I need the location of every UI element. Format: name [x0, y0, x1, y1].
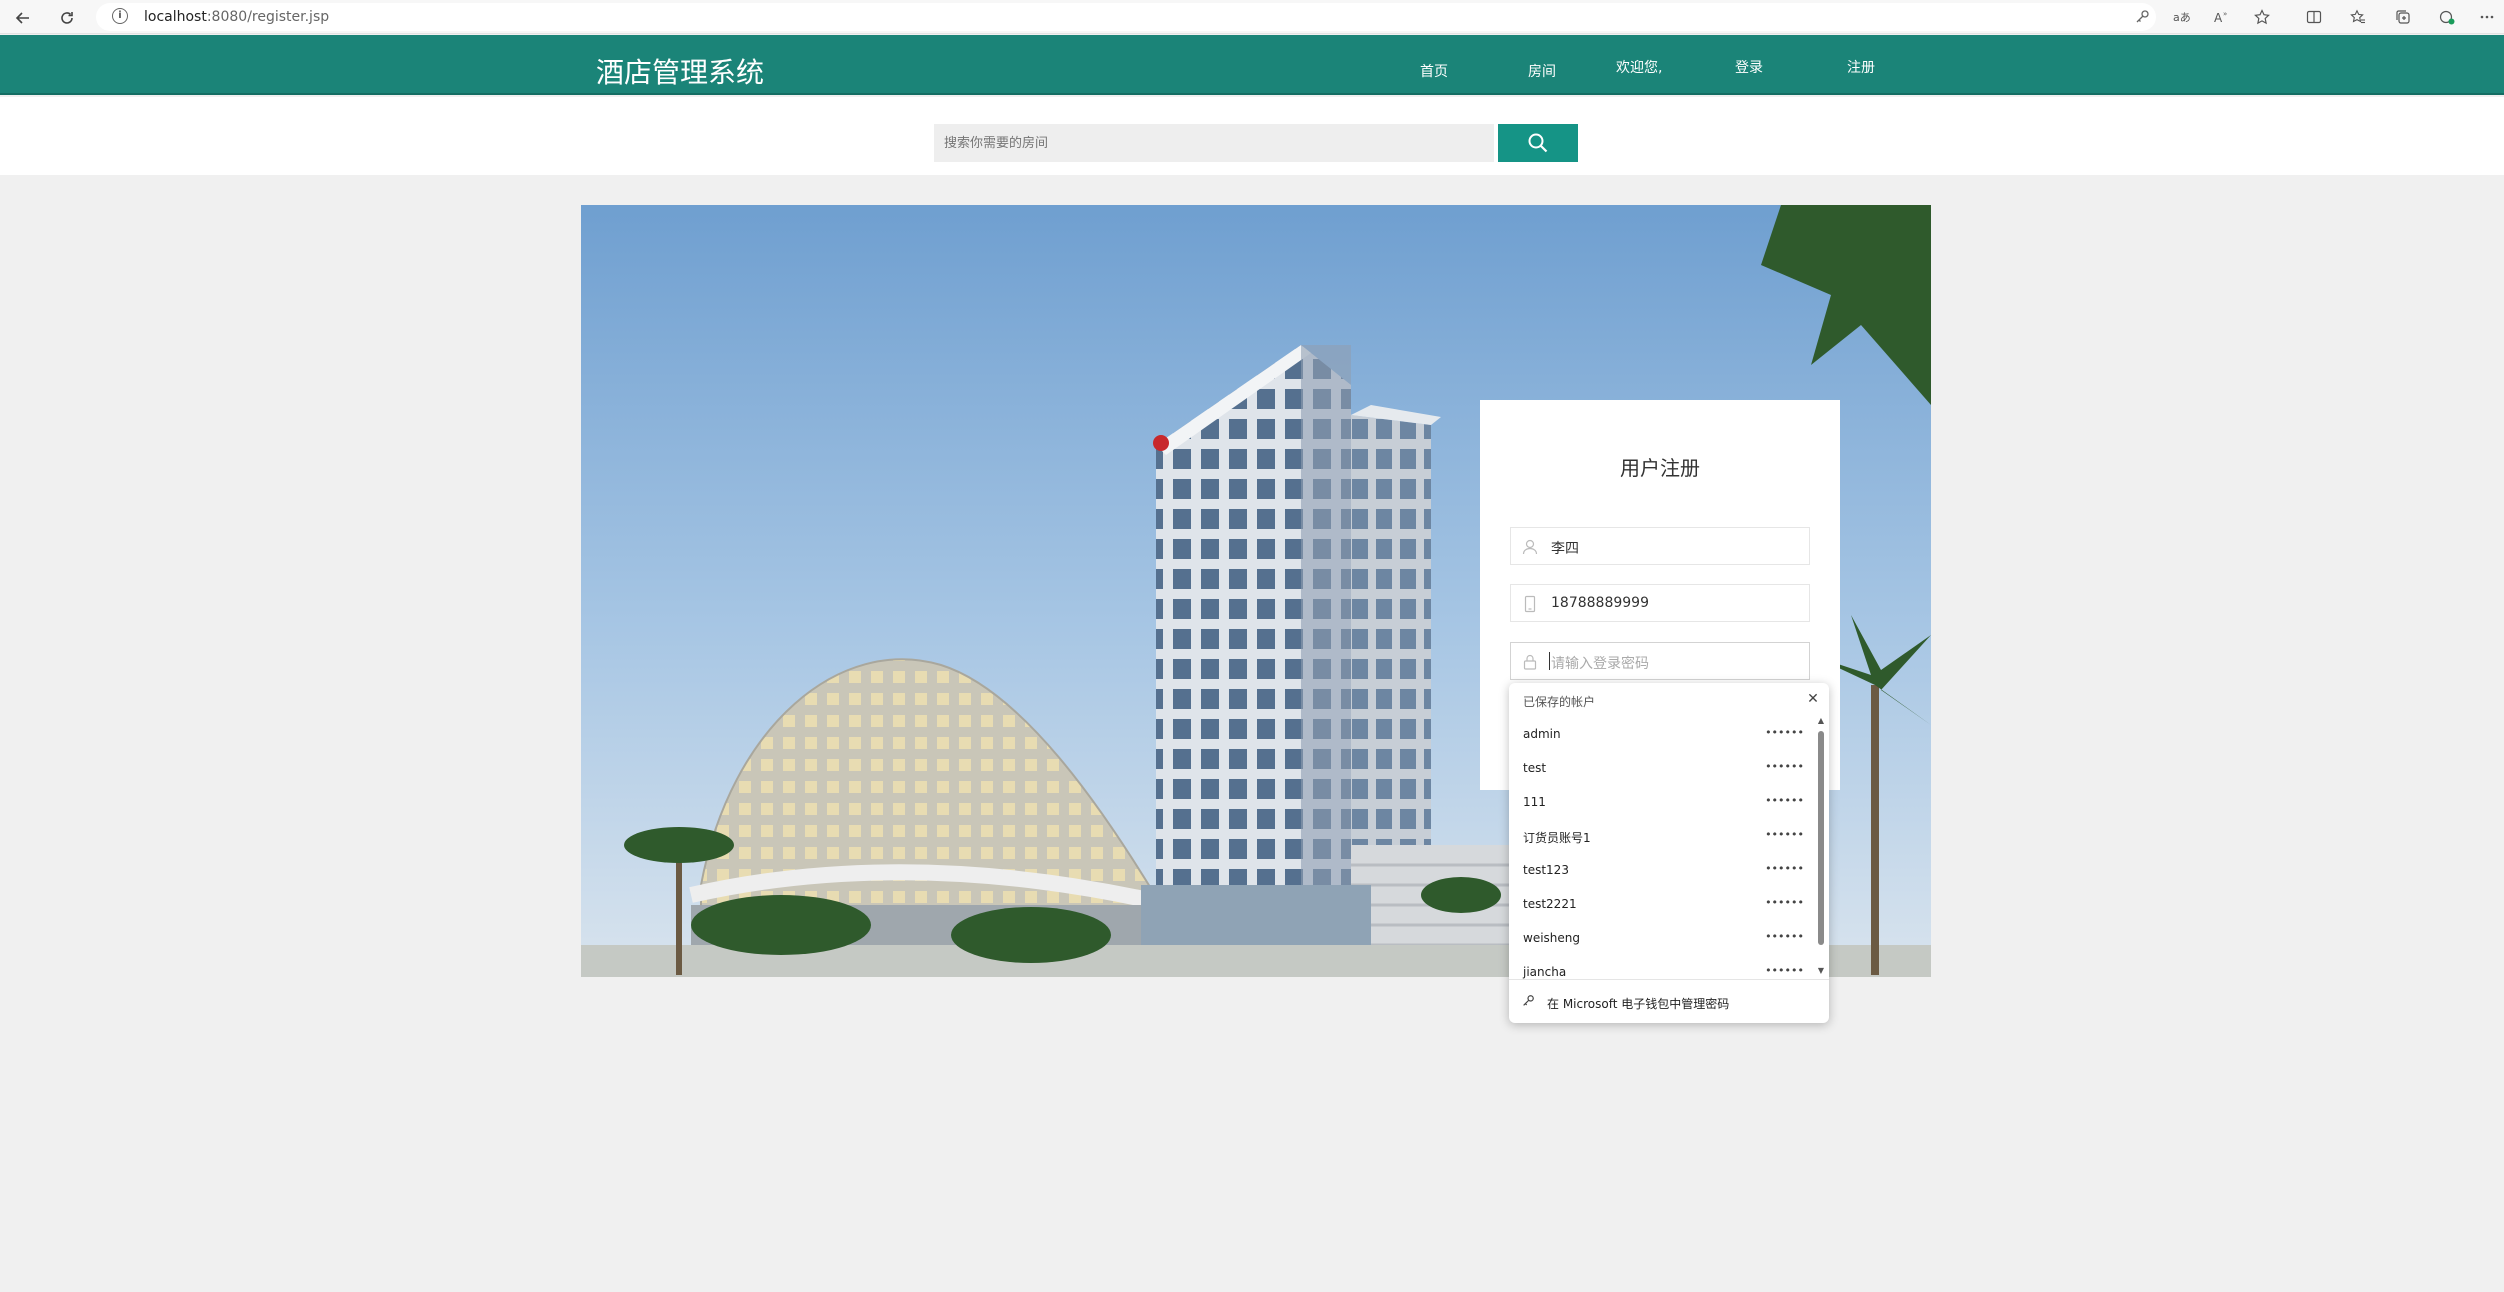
- register-title: 用户注册: [1620, 456, 1700, 480]
- nav-welcome: 欢迎您,: [1616, 60, 1663, 76]
- info-icon[interactable]: i: [112, 8, 128, 24]
- site-brand[interactable]: 酒店管理系统: [596, 51, 764, 91]
- password-placeholder: 请输入登录密码: [1551, 656, 1649, 672]
- account-password: ••••••: [1765, 726, 1804, 739]
- account-password: ••••••: [1765, 760, 1804, 773]
- saved-account-item[interactable]: admin ••••••: [1509, 717, 1814, 751]
- saved-account-item[interactable]: 111 ••••••: [1509, 785, 1814, 819]
- saved-account-item[interactable]: 订货员账号1 ••••••: [1509, 819, 1814, 853]
- browser-toolbar: i localhost:8080/register.jsp aあ A»: [0, 0, 2504, 34]
- search-icon: [1528, 133, 1548, 153]
- url-text[interactable]: localhost:8080/register.jsp: [144, 9, 329, 25]
- account-name: 111: [1523, 795, 1546, 809]
- username-field[interactable]: 李四: [1510, 527, 1810, 565]
- lock-icon: [1523, 654, 1537, 670]
- nav-login[interactable]: 登录: [1735, 57, 1763, 77]
- collections-icon[interactable]: [2392, 6, 2414, 28]
- account-password: ••••••: [1765, 964, 1804, 977]
- popup-scrollbar[interactable]: ▲ ▼: [1815, 715, 1827, 977]
- user-icon: [1522, 539, 1538, 555]
- account-name: jiancha: [1523, 965, 1567, 979]
- manage-passwords-link[interactable]: 在 Microsoft 电子钱包中管理密码: [1509, 979, 1829, 1023]
- account-name: test: [1523, 761, 1547, 775]
- account-name: weisheng: [1523, 931, 1580, 945]
- key-icon[interactable]: [2131, 6, 2153, 28]
- saved-account-item[interactable]: test2221 ••••••: [1509, 887, 1814, 921]
- password-field[interactable]: 请输入登录密码: [1510, 642, 1810, 680]
- manage-passwords-text: 在 Microsoft 电子钱包中管理密码: [1547, 997, 1730, 1011]
- star-icon[interactable]: [2251, 6, 2273, 28]
- account-password: ••••••: [1765, 930, 1804, 943]
- read-aloud-icon[interactable]: A»: [2211, 6, 2233, 28]
- nav-register[interactable]: 注册: [1847, 57, 1875, 77]
- address-bar[interactable]: i localhost:8080/register.jsp: [96, 3, 2156, 31]
- svg-text:aあ: aあ: [2173, 11, 2191, 24]
- phone-icon: [1524, 595, 1536, 613]
- scrollbar-thumb[interactable]: [1818, 731, 1824, 945]
- favorites-icon[interactable]: [2347, 6, 2369, 28]
- text-caret: [1549, 652, 1550, 670]
- svg-text:A: A: [2214, 11, 2223, 25]
- saved-accounts-popup: 已保存的帐户 ✕ admin •••••• test •••••• 111 ••…: [1509, 683, 1829, 1023]
- account-name: test123: [1523, 863, 1569, 877]
- site-header: 酒店管理系统 首页 房间 欢迎您, 登录 注册: [0, 35, 2504, 95]
- back-arrow-icon[interactable]: [10, 5, 36, 31]
- translate-icon[interactable]: aあ: [2171, 6, 2193, 28]
- saved-account-item[interactable]: jiancha ••••••: [1509, 955, 1814, 979]
- account-name: test2221: [1523, 897, 1577, 911]
- svg-text:»: »: [2223, 10, 2227, 18]
- search-band: [0, 97, 2504, 175]
- search-input[interactable]: [934, 124, 1494, 162]
- account-name: 订货员账号1: [1523, 831, 1591, 845]
- key-icon: [1523, 995, 1534, 1006]
- account-password: ••••••: [1765, 794, 1804, 807]
- saved-account-item[interactable]: weisheng ••••••: [1509, 921, 1814, 955]
- nav-home[interactable]: 首页: [1420, 61, 1448, 81]
- search-button[interactable]: [1498, 124, 1578, 162]
- extensions-icon[interactable]: [2436, 6, 2458, 28]
- account-password: ••••••: [1765, 862, 1804, 875]
- saved-account-item[interactable]: test ••••••: [1509, 751, 1814, 785]
- phone-value: 18788889999: [1551, 595, 1649, 611]
- saved-account-item[interactable]: test123 ••••••: [1509, 853, 1814, 887]
- saved-accounts-title: 已保存的帐户: [1523, 695, 1596, 709]
- scroll-up-icon[interactable]: ▲: [1815, 715, 1827, 727]
- username-value: 李四: [1551, 541, 1579, 557]
- split-screen-icon[interactable]: [2303, 6, 2325, 28]
- reload-icon[interactable]: [54, 5, 80, 31]
- phone-field[interactable]: 18788889999: [1510, 584, 1810, 622]
- close-icon[interactable]: ✕: [1805, 691, 1821, 707]
- more-icon[interactable]: [2476, 6, 2498, 28]
- scroll-down-icon[interactable]: ▼: [1815, 965, 1827, 977]
- account-password: ••••••: [1765, 828, 1804, 841]
- account-name: admin: [1523, 727, 1561, 741]
- nav-rooms[interactable]: 房间: [1528, 61, 1556, 81]
- account-password: ••••••: [1765, 896, 1804, 909]
